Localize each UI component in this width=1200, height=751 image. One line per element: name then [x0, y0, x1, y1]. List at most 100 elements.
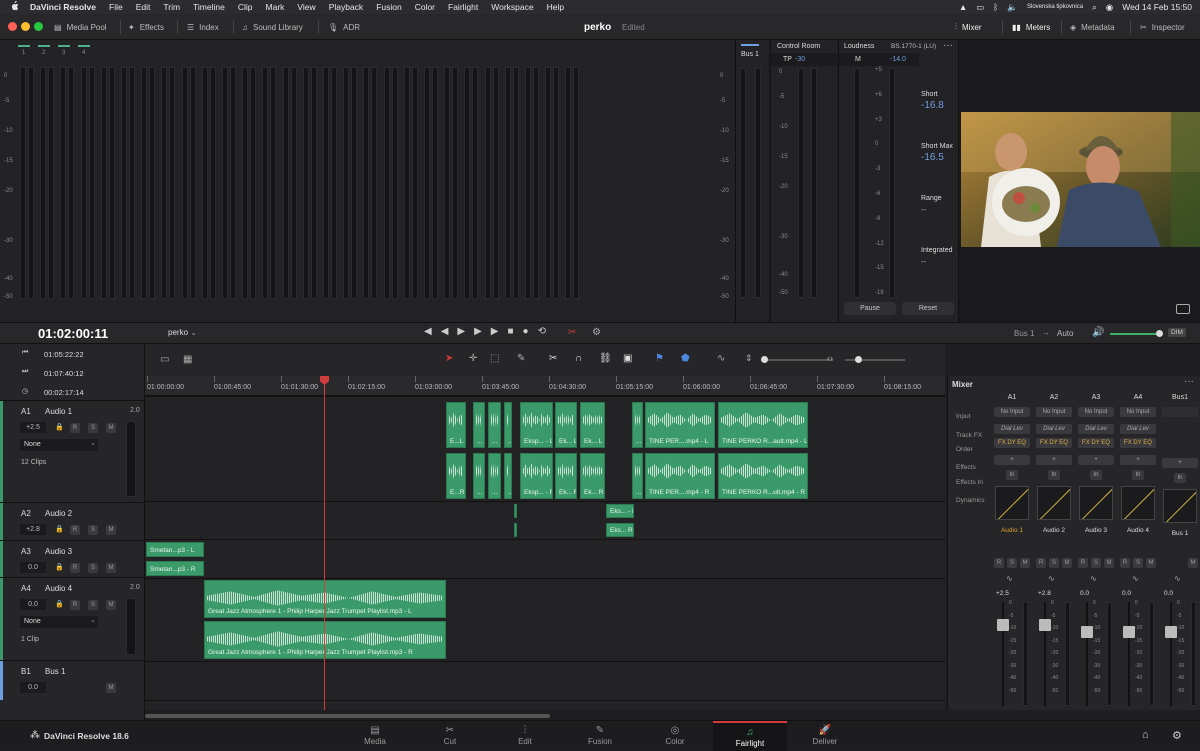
- settings-icon[interactable]: ⚙: [1172, 729, 1182, 742]
- video-viewer[interactable]: [958, 40, 1200, 322]
- add-effect-button[interactable]: +: [1162, 458, 1198, 468]
- channel-record-button[interactable]: R: [1078, 558, 1088, 568]
- processing-order[interactable]: FX DY EQ: [1078, 438, 1114, 448]
- audio-clip[interactable]: [514, 504, 517, 518]
- snapping-icon[interactable]: ∩: [575, 353, 582, 364]
- lock-icon[interactable]: 🔒: [55, 563, 64, 571]
- record-arm-button[interactable]: R: [70, 525, 80, 535]
- dynamics-graph[interactable]: [1079, 486, 1113, 520]
- audio-clip[interactable]: Eks... R: [606, 523, 634, 537]
- up-arrow-icon[interactable]: ▲: [959, 2, 967, 12]
- link-icon[interactable]: ⛓: [599, 353, 612, 364]
- timecode-display[interactable]: 01:02:00:11: [38, 326, 108, 341]
- timeline-view-icon[interactable]: ▭: [160, 354, 169, 365]
- track-volume[interactable]: 0.0: [20, 682, 46, 693]
- apple-icon[interactable]: [10, 0, 20, 13]
- channel-record-button[interactable]: R: [1036, 558, 1046, 568]
- audio-clip[interactable]: TINE PER....mp4 - L: [645, 402, 715, 448]
- fader-handle[interactable]: [1039, 619, 1051, 631]
- flag-icon[interactable]: ⚑: [655, 353, 664, 364]
- channel-record-button[interactable]: R: [994, 558, 1004, 568]
- solo-button[interactable]: S: [88, 563, 98, 573]
- audio-clip[interactable]: ...: [504, 453, 512, 499]
- track-volume[interactable]: +2.8: [20, 524, 46, 535]
- record-arm-button[interactable]: R: [70, 600, 80, 610]
- pause-button[interactable]: Pause: [844, 302, 896, 315]
- play-icon[interactable]: ▶: [491, 326, 508, 337]
- track-fx-selector[interactable]: Dial Lev: [1120, 424, 1156, 434]
- mixer-toggle[interactable]: ⫶ Mixer: [955, 14, 982, 40]
- channel-mute-button[interactable]: M: [1188, 558, 1198, 568]
- menu-color[interactable]: Color: [415, 2, 435, 12]
- marker-icon[interactable]: ⬟: [681, 353, 690, 364]
- channel-mute-button[interactable]: M: [1020, 558, 1030, 568]
- audio-clip[interactable]: Ek... L: [580, 402, 605, 448]
- track-name[interactable]: Audio 4: [45, 584, 72, 593]
- monitor-volume-slider[interactable]: [1110, 333, 1158, 335]
- audio-clip[interactable]: E...R: [446, 453, 466, 499]
- lock-icon[interactable]: 🔒: [55, 423, 64, 431]
- menu-edit[interactable]: Edit: [136, 2, 151, 12]
- pan-icon[interactable]: ∿: [1048, 574, 1055, 583]
- audio-clip[interactable]: ...: [488, 402, 501, 448]
- record-arm-button[interactable]: R: [70, 563, 80, 573]
- effects-in-toggle[interactable]: In: [1048, 470, 1060, 480]
- output-bus[interactable]: Bus 1: [1014, 329, 1034, 338]
- channel-solo-button[interactable]: S: [1133, 558, 1143, 568]
- mute-button[interactable]: M: [106, 525, 116, 535]
- channel-mute-button[interactable]: M: [1104, 558, 1114, 568]
- audio-clip[interactable]: ...: [632, 402, 643, 448]
- audio-clip[interactable]: Ek... R: [555, 453, 577, 499]
- menu-clip[interactable]: Clip: [238, 2, 253, 12]
- pan-icon[interactable]: ∿: [1132, 574, 1139, 583]
- dynamics-graph[interactable]: [1037, 486, 1071, 520]
- add-effect-button[interactable]: +: [1120, 455, 1156, 465]
- audio-clip[interactable]: ...: [504, 402, 512, 448]
- audio-clip[interactable]: [514, 523, 517, 537]
- audio-clip[interactable]: TINE PERKO R...ult.mp4 - R: [718, 453, 808, 499]
- fader-handle[interactable]: [997, 619, 1009, 631]
- track-fx-selector[interactable]: Dial Lev: [1078, 424, 1114, 434]
- window-close-button[interactable]: [8, 22, 17, 31]
- mute-button[interactable]: M: [106, 600, 116, 610]
- lock-icon[interactable]: 🔒: [55, 600, 64, 608]
- track-fx-selector[interactable]: Dial Lev: [1036, 424, 1072, 434]
- record-arm-icon[interactable]: ✂: [568, 327, 576, 338]
- menu-mark[interactable]: Mark: [266, 2, 285, 12]
- fast-forward-icon[interactable]: ▶▶: [457, 326, 490, 337]
- audio-clip[interactable]: Ek... R: [580, 453, 605, 499]
- track-name[interactable]: Audio 2: [45, 509, 72, 518]
- dim-button[interactable]: DIM: [1168, 328, 1186, 337]
- mute-button[interactable]: M: [106, 683, 116, 693]
- dynamics-graph[interactable]: [1121, 486, 1155, 520]
- channel-mute-button[interactable]: M: [1062, 558, 1072, 568]
- keyboard-layout[interactable]: Slovenska tipkovnica: [1027, 4, 1083, 10]
- viewer-layout-icon[interactable]: [1176, 304, 1190, 314]
- media-pool-button[interactable]: ▤ Media Pool: [54, 14, 107, 40]
- track-volume[interactable]: 0.0: [20, 599, 46, 610]
- solo-button[interactable]: S: [88, 423, 98, 433]
- h-zoom-handle[interactable]: [855, 356, 862, 363]
- menu-trim[interactable]: Trim: [163, 2, 180, 12]
- speaker-icon[interactable]: 🔊: [1092, 327, 1104, 338]
- pan-icon[interactable]: ∿: [1006, 574, 1013, 583]
- menu-workspace[interactable]: Workspace: [491, 2, 533, 12]
- dynamics-graph[interactable]: [995, 486, 1029, 520]
- input-selector[interactable]: No Input: [994, 407, 1030, 417]
- range-tool-icon[interactable]: ✛: [469, 353, 477, 364]
- metadata-toggle[interactable]: ◈ Metadata: [1070, 14, 1115, 40]
- volume-handle[interactable]: [1156, 330, 1163, 337]
- audio-clip[interactable]: ...: [488, 453, 501, 499]
- record-arm-button[interactable]: R: [70, 423, 80, 433]
- effects-in-toggle[interactable]: In: [1006, 470, 1018, 480]
- mute-button[interactable]: M: [106, 423, 116, 433]
- wifi-icon[interactable]: ◉: [1106, 2, 1113, 13]
- menu-file[interactable]: File: [109, 2, 123, 12]
- audio-clip[interactable]: Eksp... - R: [520, 453, 553, 499]
- pencil-icon[interactable]: ✎: [517, 353, 525, 364]
- sound-library-button[interactable]: ♫ Sound Library: [242, 14, 303, 40]
- track-header-a2[interactable]: A2 Audio 2 +2.8 🔒 R S M: [0, 502, 145, 540]
- page-tab-edit[interactable]: ⫶ Edit: [488, 721, 562, 751]
- track-header-a1[interactable]: A1 Audio 1 2.0 +2.5 🔒 R S M None ⌄ 12 Clips: [0, 400, 145, 502]
- fader-handle[interactable]: [1123, 626, 1135, 638]
